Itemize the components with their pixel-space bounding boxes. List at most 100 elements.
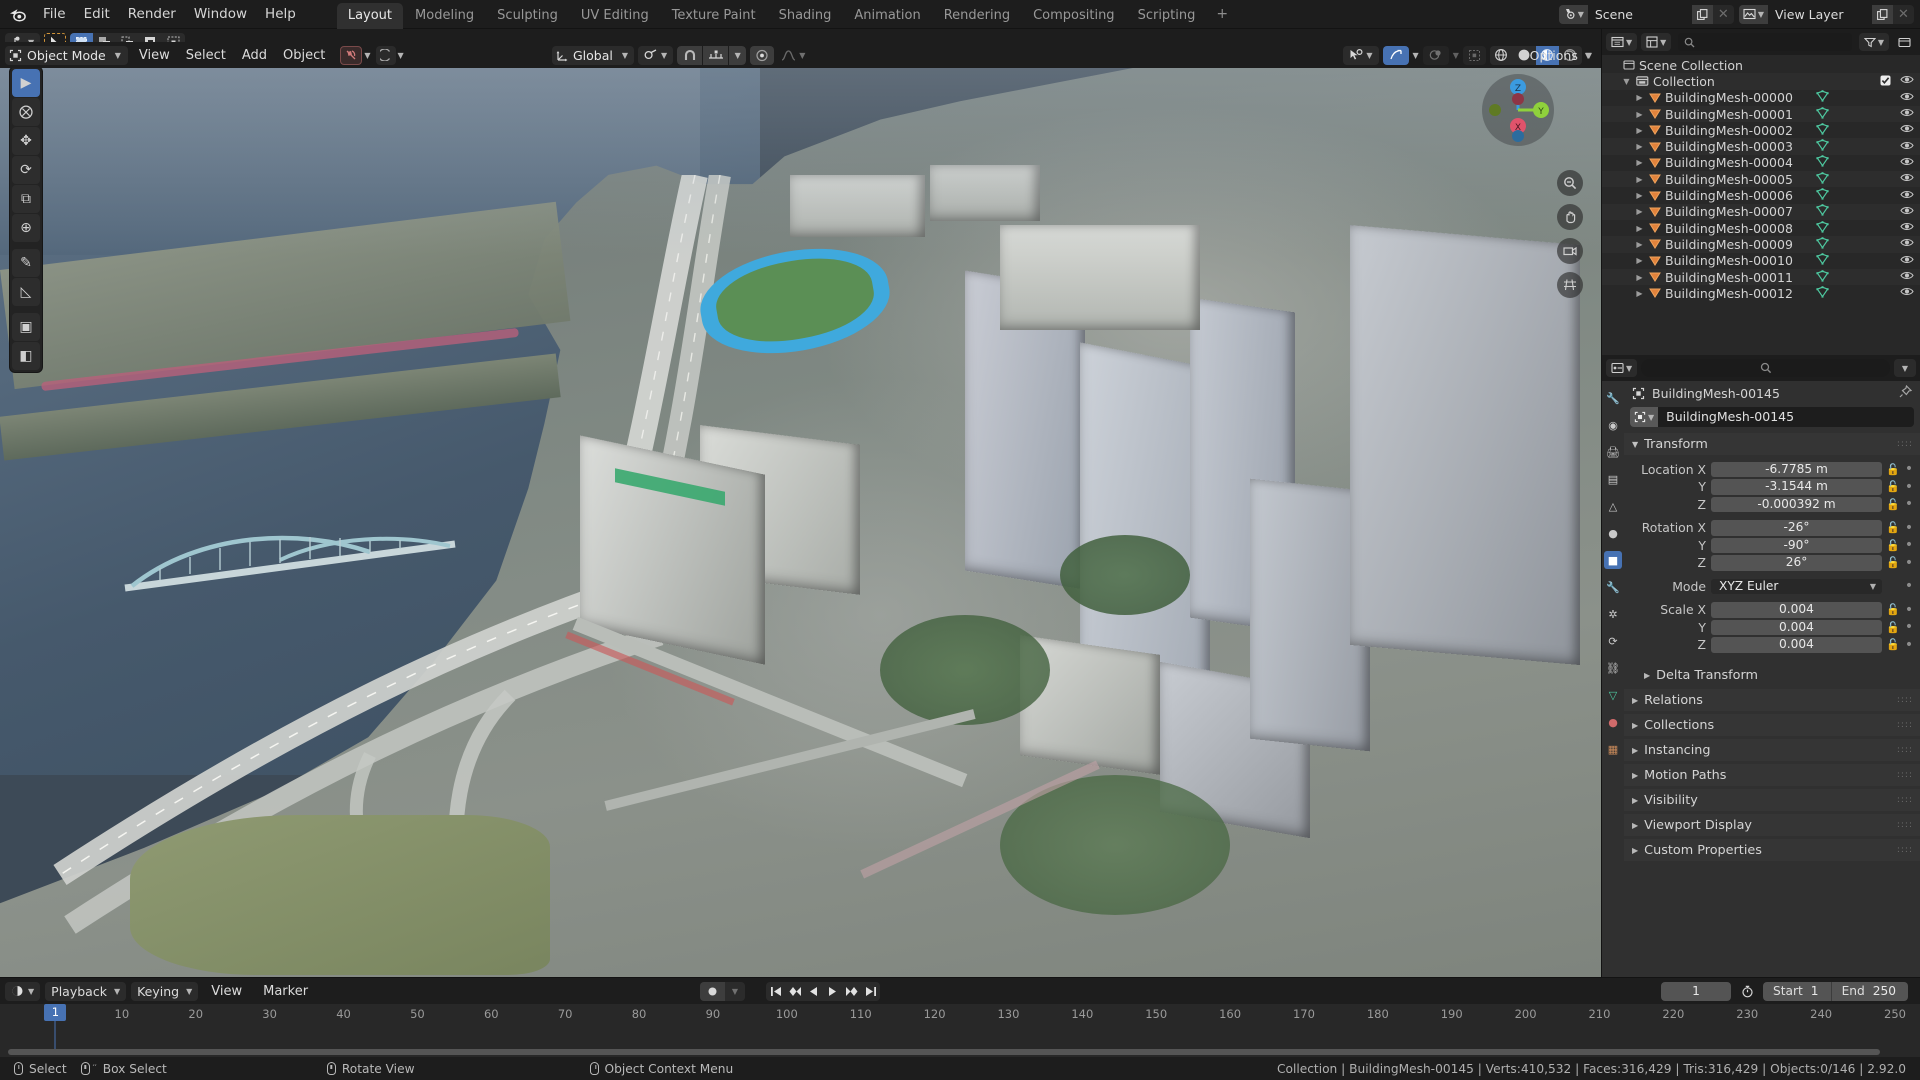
add-workspace-button[interactable]: +: [1207, 2, 1237, 26]
workspace-tab-rendering[interactable]: Rendering: [933, 3, 1021, 30]
properties-tab-strip[interactable]: 🔧 ◉ 🖨 ▤ △ ● ■ 🔧 ✲ ⟳ ⛓ ▽ ● ▦: [1602, 381, 1624, 977]
visibility-eye-icon[interactable]: [1900, 140, 1914, 154]
expand-triangle-icon[interactable]: ▶: [1634, 289, 1645, 298]
show-gizmo-button[interactable]: ▼: [1343, 45, 1379, 65]
xray-toggle-button[interactable]: [1422, 45, 1449, 65]
new-view-layer-button[interactable]: [1872, 4, 1893, 24]
outliner-row-controls[interactable]: [1816, 188, 1914, 203]
hand-icon[interactable]: [1557, 204, 1583, 230]
panel-visibility[interactable]: ▶ Visibility::::: [1624, 789, 1920, 811]
magnet-icon[interactable]: [677, 45, 703, 65]
location-x-animate-dot[interactable]: •: [1904, 462, 1914, 476]
outliner-row-object[interactable]: ▶ BuildingMesh-00000: [1602, 90, 1920, 106]
panel-expand-icon[interactable]: ▶: [1632, 821, 1638, 830]
record-icon[interactable]: [700, 981, 725, 1001]
visibility-eye-icon[interactable]: [1900, 270, 1914, 284]
panel-drag-handle[interactable]: ::::: [1897, 695, 1913, 705]
snap-caret[interactable]: ▼: [729, 45, 747, 65]
mesh-data-icon[interactable]: [1816, 269, 1829, 285]
overlays-caret[interactable]: ▼: [1413, 51, 1419, 60]
location-y-lock-icon[interactable]: 🔓: [1886, 480, 1900, 493]
outliner-row-controls[interactable]: [1816, 253, 1914, 268]
location-x-value[interactable]: -6.7785 m: [1711, 461, 1882, 477]
mesh-data-icon[interactable]: [1816, 188, 1829, 203]
workspace-tab-scripting[interactable]: Scripting: [1127, 3, 1207, 30]
auto-keying-group[interactable]: ▼: [700, 981, 745, 1001]
outliner-row-controls[interactable]: [1816, 220, 1914, 236]
pin-id-icon[interactable]: [1899, 384, 1913, 401]
previous-keyframe-button[interactable]: [785, 982, 804, 1001]
panel-expand-icon[interactable]: ▶: [1632, 846, 1638, 855]
location-x-row[interactable]: Location X -6.7785 m 🔓 •: [1630, 461, 1914, 478]
cursor-tool[interactable]: ⨂: [12, 98, 40, 126]
rotation-z-value[interactable]: 26°: [1711, 555, 1882, 571]
panel-viewport-display[interactable]: ▶ Viewport Display::::: [1624, 814, 1920, 836]
material-tab[interactable]: ●: [1604, 713, 1622, 731]
data-tab[interactable]: ▽: [1604, 686, 1622, 704]
scale-z-row[interactable]: Z 0.004 🔓 •: [1630, 637, 1914, 654]
menu-file[interactable]: File: [34, 2, 75, 26]
playback-controls[interactable]: [766, 981, 880, 1001]
outliner-row-controls[interactable]: [1816, 139, 1914, 154]
show-overlays-button[interactable]: [1382, 45, 1409, 65]
location-y-value[interactable]: -3.1544 m: [1711, 479, 1882, 495]
mesh-data-icon[interactable]: [1816, 123, 1829, 138]
timeline-ruler[interactable]: 10 20 30 40 50 60 70 80 90 100 110 120 130 140 150 160 1…: [0, 1004, 1920, 1053]
outliner-row-controls[interactable]: [1816, 171, 1914, 187]
snapping-group[interactable]: ▼: [677, 45, 747, 65]
scene-tab[interactable]: △: [1604, 497, 1622, 515]
panel-drag-handle[interactable]: ::::: [1897, 720, 1913, 730]
texture-tab[interactable]: ▦: [1604, 740, 1622, 758]
visibility-eye-icon[interactable]: [1900, 91, 1914, 105]
mesh-data-icon[interactable]: [1816, 171, 1829, 187]
expand-triangle-icon[interactable]: ▶: [1634, 175, 1645, 184]
play-button[interactable]: [823, 982, 842, 1001]
scale-z-value[interactable]: 0.004: [1711, 637, 1882, 653]
scale-z-lock-icon[interactable]: 🔓: [1886, 638, 1900, 651]
outliner-row-object[interactable]: ▶ BuildingMesh-00005: [1602, 171, 1920, 188]
outliner-row-controls[interactable]: [1816, 90, 1914, 105]
scale-tool[interactable]: ⧉: [12, 185, 40, 213]
properties-search-input[interactable]: [1641, 359, 1890, 377]
object-tab[interactable]: ■: [1604, 551, 1622, 569]
rotation-z-lock-icon[interactable]: 🔓: [1886, 556, 1900, 569]
expand-triangle-icon[interactable]: ▶: [1634, 273, 1645, 282]
expand-triangle-icon[interactable]: ▶: [1634, 224, 1645, 233]
transform-panel-header[interactable]: ▼ Transform ::::: [1624, 433, 1920, 455]
mesh-data-icon[interactable]: [1816, 155, 1829, 170]
outliner-search-input[interactable]: [1678, 33, 1852, 51]
timeline-view-menu[interactable]: View: [203, 982, 250, 1001]
view-layer-name[interactable]: View Layer: [1768, 4, 1872, 24]
transform-tool[interactable]: ⊕: [12, 214, 40, 242]
scene-selector[interactable]: ▼ Scene ✕: [1558, 4, 1734, 24]
delete-view-layer-button[interactable]: ✕: [1893, 5, 1914, 24]
rotation-z-row[interactable]: Z 26° 🔓 •: [1630, 555, 1914, 572]
menu-window[interactable]: Window: [185, 2, 256, 26]
end-frame-value[interactable]: 250: [1873, 984, 1908, 998]
view-layer-icon[interactable]: ▼: [1738, 4, 1768, 24]
mesh-data-icon[interactable]: [1816, 253, 1829, 268]
current-frame-field[interactable]: 1: [1661, 981, 1732, 1001]
scale-z-animate-dot[interactable]: •: [1904, 638, 1914, 652]
expand-triangle-icon[interactable]: ▶: [1634, 207, 1645, 216]
rotation-mode-dropdown[interactable]: XYZ Euler ▼: [1711, 578, 1882, 594]
panel-drag-handle[interactable]: ::::: [1897, 845, 1913, 855]
collection-checkbox[interactable]: [1880, 74, 1891, 89]
expand-triangle-icon[interactable]: ▶: [1634, 191, 1645, 200]
jump-to-start-button[interactable]: [766, 982, 785, 1001]
panel-relations[interactable]: ▶ Relations::::: [1624, 689, 1920, 711]
blender-logo-icon[interactable]: [0, 7, 34, 22]
outliner-row-object[interactable]: ▶ BuildingMesh-00012: [1602, 285, 1920, 301]
playback-menu[interactable]: Playback ▼: [45, 981, 127, 1001]
rotation-y-lock-icon[interactable]: 🔓: [1886, 539, 1900, 552]
rotation-x-lock-icon[interactable]: 🔓: [1886, 521, 1900, 534]
outliner-row-object[interactable]: ▶ BuildingMesh-00008: [1602, 220, 1920, 236]
outliner-row-object[interactable]: ▶ BuildingMesh-00001: [1602, 105, 1920, 123]
outliner-row-controls[interactable]: [1816, 106, 1914, 122]
timeline-editor-type-icon[interactable]: ▼: [5, 981, 41, 1001]
location-y-row[interactable]: Y -3.1544 m 🔓 •: [1630, 479, 1914, 496]
3d-viewport[interactable]: ▶ ⨂ ✥ ⟳ ⧉ ⊕ ✎ ◺ ▣ ◧ Z Y X: [0, 55, 1601, 977]
location-x-lock-icon[interactable]: 🔓: [1886, 463, 1900, 476]
particles-tab[interactable]: ✲: [1604, 605, 1622, 623]
panel-motion-paths[interactable]: ▶ Motion Paths::::: [1624, 764, 1920, 786]
